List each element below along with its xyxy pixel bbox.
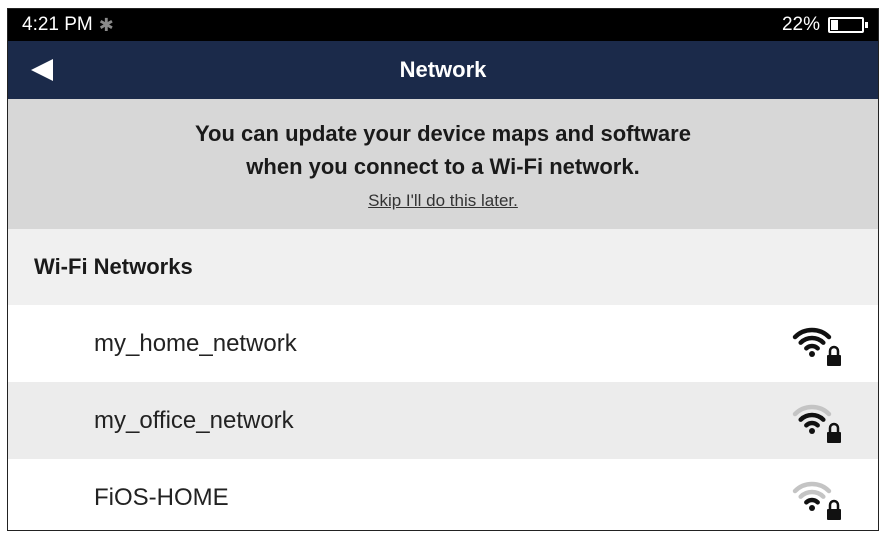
wifi-locked-icon — [792, 481, 841, 520]
battery-nub — [865, 22, 868, 28]
wifi-locked-icon — [792, 404, 841, 443]
nav-bar: Network — [8, 41, 878, 99]
status-bar: 4:21 PM ✱ 22% — [8, 9, 878, 41]
network-row[interactable]: my_office_network — [8, 382, 878, 459]
network-row[interactable]: my_home_network — [8, 305, 878, 382]
network-name: my_home_network — [94, 329, 297, 357]
status-right: 22% — [781, 14, 868, 36]
lock-icon — [827, 499, 841, 520]
wifi-dot — [809, 427, 815, 434]
wifi-prompt-banner: You can update your device maps and soft… — [8, 99, 878, 229]
network-row[interactable]: FiOS-HOME — [8, 459, 878, 530]
network-name: FiOS-HOME — [94, 483, 229, 511]
wifi-arc-middle — [798, 489, 826, 499]
network-list: my_home_network my_office_network FiOS-H… — [8, 305, 878, 530]
banner-line-1: You can update your device maps and soft… — [195, 121, 691, 146]
wifi-arc-inner — [804, 343, 820, 351]
lock-icon — [827, 422, 841, 443]
wifi-locked-icon — [792, 327, 841, 366]
page-title: Network — [399, 57, 487, 82]
lock-icon — [827, 345, 841, 366]
status-left: 4:21 PM ✱ — [22, 14, 114, 36]
wifi-arc-inner — [804, 497, 820, 505]
banner-line-2: when you connect to a Wi-Fi network. — [246, 154, 640, 179]
wifi-arc-middle — [798, 412, 826, 422]
bluetooth-icon: ✱ — [98, 15, 114, 35]
wifi-arc-inner — [804, 420, 820, 428]
back-button[interactable] — [28, 55, 58, 85]
wifi-arc-middle — [798, 335, 826, 345]
device-screen: 4:21 PM ✱ 22% Network You can update you… — [7, 8, 879, 531]
battery-percent: 22% — [781, 14, 820, 35]
skip-link[interactable]: Skip I'll do this later. — [368, 191, 518, 211]
battery-fill — [831, 20, 839, 30]
wifi-section-header: Wi-Fi Networks — [8, 229, 878, 305]
wifi-dot — [809, 350, 815, 357]
network-name: my_office_network — [94, 406, 294, 434]
status-time: 4:21 PM — [22, 14, 93, 35]
back-arrow-icon — [31, 59, 53, 81]
wifi-dot — [809, 504, 815, 511]
battery-icon — [828, 17, 868, 33]
